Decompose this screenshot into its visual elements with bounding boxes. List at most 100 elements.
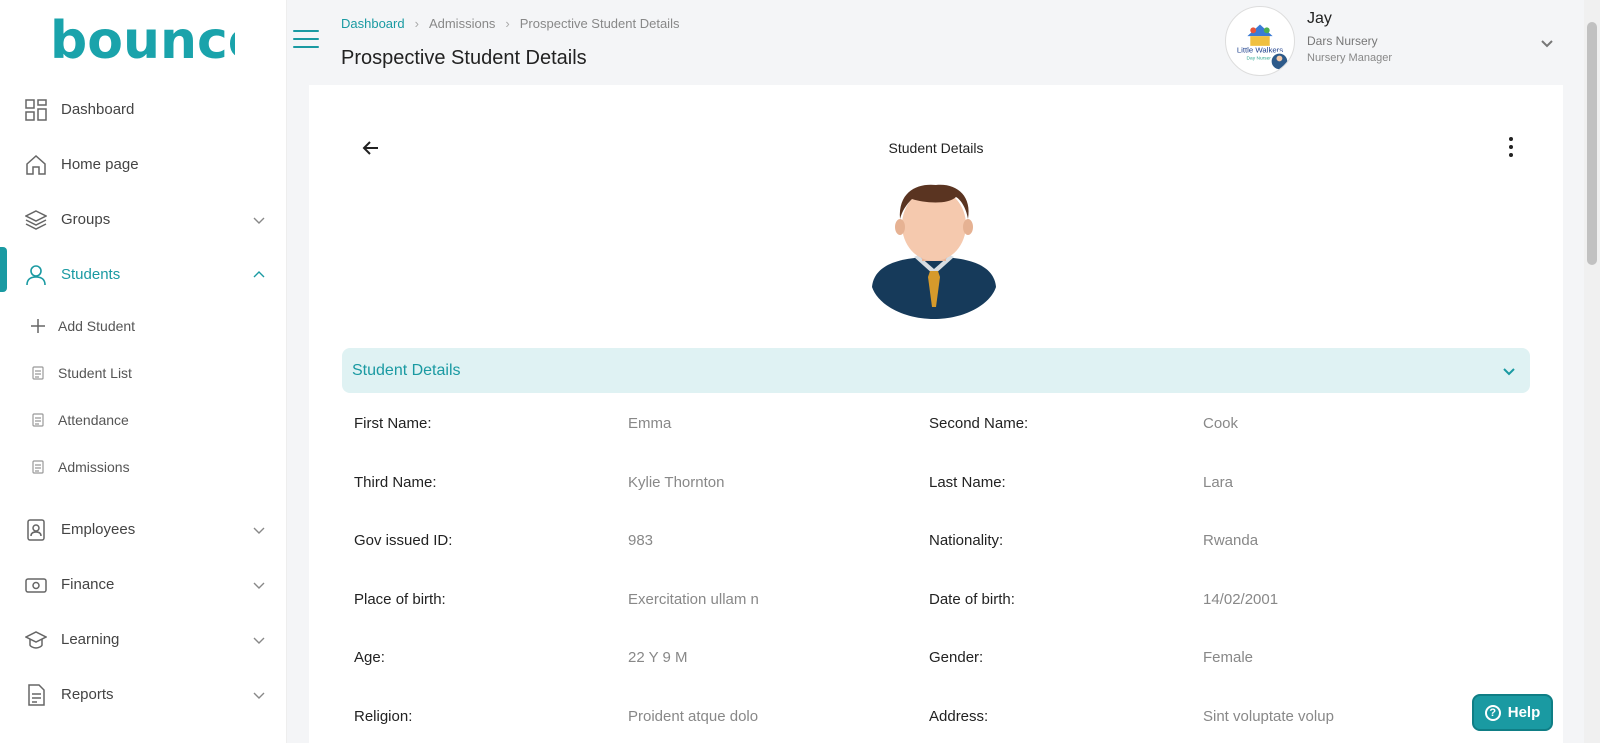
menu-toggle-button[interactable] [293,30,319,50]
sidebar-subitem-label: Student List [58,364,132,381]
sidebar-subitem-label: Add Student [58,317,136,334]
chevron-down-icon [1503,368,1515,376]
field-label: Last Name: [929,473,1006,491]
chevron-down-icon [253,692,265,699]
field-label: Date of birth: [929,590,1015,608]
sidebar-subitem-attendance[interactable]: Attendance [0,396,287,443]
sidebar-item-employees[interactable]: Employees [0,502,287,557]
sidebar-subitem-student-list[interactable]: Student List [0,349,287,396]
sidebar-item-dashboard[interactable]: Dashboard [0,82,287,137]
field-value: Proident atque dolo [628,707,759,725]
plus-icon [30,318,46,334]
field-label: Nationality: [929,532,1004,549]
field-label: Third Name: [354,473,437,491]
field-value: Emma [628,415,672,432]
field-value: 22 Y 9 M [628,649,688,666]
dashboard-icon [25,98,47,121]
sidebar-item-label: Dashboard [61,101,135,118]
field-value: Female [1203,649,1254,666]
field-label: Religion: [354,707,413,725]
breadcrumb-admissions[interactable]: Admissions [429,16,495,31]
bounce-logo-mark: bounce [50,12,235,68]
field-value: Lara [1203,473,1234,491]
sidebar-item-label: Reports [61,686,114,703]
chevron-right-icon: › [414,16,419,31]
chevron-down-icon [253,527,265,534]
field-row: Religion: Proident atque dolo Address: S… [354,708,1514,743]
user-name: Jay [1307,10,1332,27]
chevron-down-icon [253,637,265,644]
clipboard-icon [30,459,46,475]
field-label: Gender: [929,649,984,666]
sidebar-item-students[interactable]: Students [0,247,287,302]
help-button[interactable]: ? Help [1472,694,1553,731]
breadcrumb-current: Prospective Student Details [519,16,680,31]
field-row: Gov issued ID: 983 Nationality: Rwanda [354,532,1514,591]
student-avatar [872,184,996,319]
breadcrumb: Dashboard › Admissions › Prospective Stu… [341,16,679,31]
nursery-logo: Little Walkers Day Nursery [1225,6,1295,76]
sidebar-item-home-page[interactable]: Home page [0,137,287,192]
field-label: Place of birth: [354,590,446,608]
field-value: Sint voluptate volup [1203,707,1334,725]
svg-text:bounce: bounce [50,12,235,68]
chevron-right-icon: › [505,16,510,31]
money-icon [25,574,47,596]
card-title: Student Details [888,140,984,156]
kebab-dot [1509,153,1513,157]
breadcrumb-dashboard[interactable]: Dashboard [341,16,405,31]
sidebar-item-label: Groups [61,211,111,228]
help-label: Help [1507,704,1541,721]
student-details-card: Student Details Student Details First Na… [309,85,1563,743]
field-row: Place of birth: Exercitation ullam n Dat… [354,591,1514,650]
user-organization: Dars Nursery [1307,34,1378,48]
scrollbar-thumb[interactable] [1587,22,1597,265]
student-details-accordion[interactable]: Student Details [342,348,1530,393]
chevron-down-icon[interactable] [1540,36,1554,50]
chevron-up-icon [253,270,265,277]
accordion-title: Student Details [352,361,461,379]
page-scrollbar[interactable] [1584,0,1600,743]
hamburger-line [293,38,319,40]
sidebar-item-groups[interactable]: Groups [0,192,287,247]
sidebar-item-reports[interactable]: Reports [0,667,287,722]
user-icon [25,264,47,286]
bounce-logo[interactable]: bounce [50,10,235,70]
clipboard-icon [30,412,46,428]
hamburger-line [293,46,319,48]
field-row: First Name: Emma Second Name: Cook [354,415,1514,474]
sidebar-subitem-add-student[interactable]: Add Student [0,302,287,349]
more-options-icon[interactable] [1505,137,1517,157]
field-value: Rwanda [1203,532,1259,549]
student-fields: First Name: Emma Second Name: Cook Third… [354,415,1514,743]
field-value: Kylie Thornton [628,473,725,491]
user-profile[interactable]: Little Walkers Day Nursery Jay Dars Nurs… [1225,6,1585,76]
kebab-dot [1509,137,1513,141]
document-icon [25,683,47,706]
field-label: Address: [929,707,989,725]
sidebar-item-label: Students [61,266,121,283]
field-label: Second Name: [929,415,1029,432]
hamburger-line [293,30,319,32]
page-title: Prospective Student Details [341,47,587,69]
field-label: First Name: [354,415,432,432]
field-value: 14/02/2001 [1203,590,1279,608]
field-label: Gov issued ID: [354,532,453,549]
field-value: 983 [628,532,654,549]
sidebar-item-label: Employees [61,521,136,538]
layers-icon [25,209,47,231]
sidebar-item-finance[interactable]: Finance [0,557,287,612]
id-badge-icon [25,518,47,541]
sidebar: bounce Dashboard Home page Groups [0,0,287,743]
chevron-down-icon [253,582,265,589]
sidebar-item-label: Learning [61,631,120,648]
field-value: Exercitation ullam n [628,590,759,608]
question-icon: ? [1484,704,1501,721]
kebab-dot [1509,145,1513,149]
graduation-cap-icon [25,629,47,651]
sidebar-item-learning[interactable]: Learning [0,612,287,667]
field-value: Cook [1203,415,1239,432]
home-icon [25,154,47,176]
sidebar-subitem-admissions[interactable]: Admissions [0,443,287,490]
clipboard-icon [30,365,46,381]
